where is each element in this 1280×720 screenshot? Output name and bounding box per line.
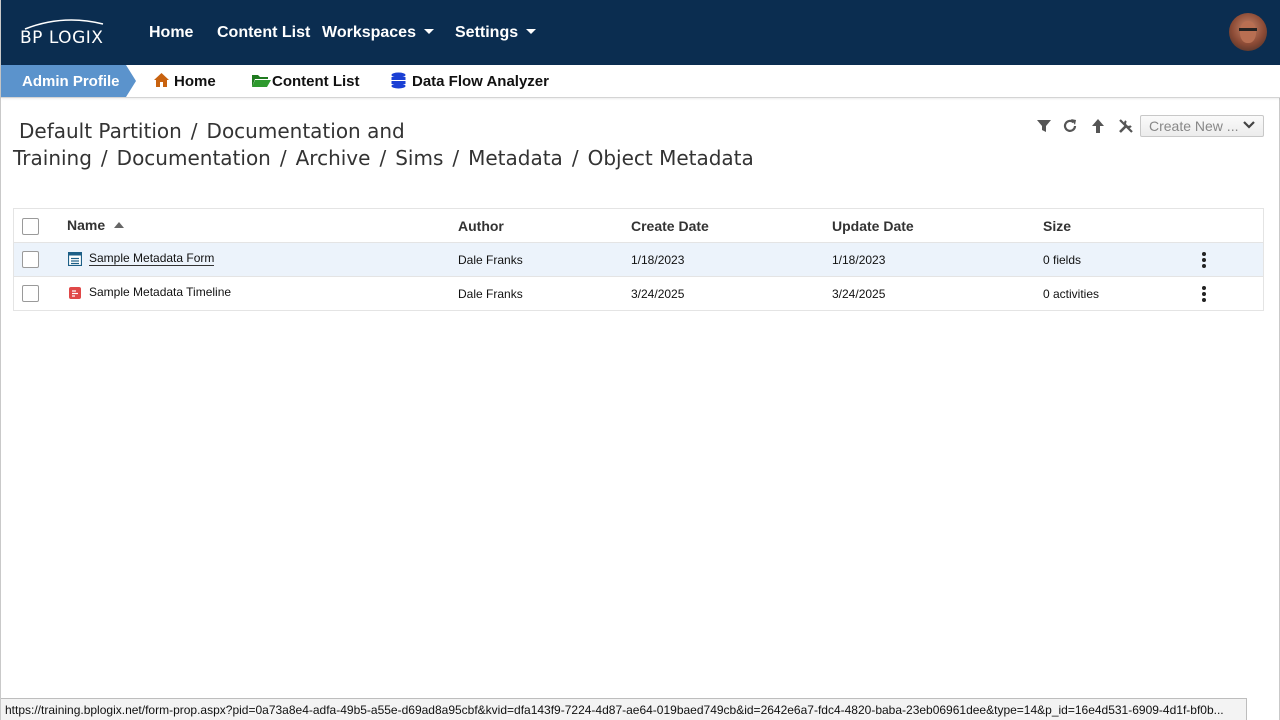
row-author: Dale Franks [458, 253, 523, 267]
column-header-name[interactable]: Name [67, 217, 125, 233]
nav-content-list[interactable]: Content List [217, 24, 310, 42]
filter-icon[interactable] [1035, 117, 1053, 135]
row-update-date: 3/24/2025 [832, 287, 886, 301]
content-table: Name Author Create Date Update Date Size… [13, 208, 1264, 311]
row-create-date: 1/18/2023 [631, 253, 685, 267]
breadcrumb-separator: / [190, 119, 198, 143]
avatar-glasses [1239, 28, 1257, 31]
sub-link-home[interactable]: Home [153, 73, 216, 90]
table-row[interactable]: Sample Metadata Timeline Dale Franks 3/2… [14, 277, 1263, 311]
up-arrow-icon[interactable] [1089, 117, 1107, 135]
breadcrumb-item[interactable]: Metadata [468, 146, 563, 170]
chevron-down-icon [1243, 121, 1255, 129]
row-size: 0 activities [1043, 287, 1100, 301]
refresh-icon[interactable] [1061, 117, 1079, 135]
chevron-down-icon [526, 29, 537, 34]
sub-link-data-flow-analyzer[interactable]: Data Flow Analyzer [391, 72, 549, 90]
row-create-date: 3/24/2025 [631, 287, 685, 301]
column-header-update-date[interactable]: Update Date [832, 218, 914, 234]
breadcrumb-item[interactable]: Sims [395, 146, 443, 170]
row-checkbox[interactable] [22, 251, 39, 268]
row-more-menu-icon[interactable] [1198, 252, 1210, 268]
breadcrumb-item[interactable]: Documentation [117, 146, 271, 170]
bplogix-logo[interactable]: BP LOGIX [19, 18, 109, 48]
table-header: Name Author Create Date Update Date Size [14, 209, 1263, 243]
admin-profile-label: Admin Profile [22, 73, 120, 90]
tools-icon[interactable] [1117, 117, 1135, 135]
avatar[interactable] [1229, 13, 1267, 51]
folder-icon [252, 75, 271, 87]
sub-link-data-flow-analyzer-label: Data Flow Analyzer [412, 73, 549, 90]
row-size: 0 fields [1043, 253, 1082, 267]
sub-link-content-list-label: Content List [272, 73, 360, 90]
database-icon [391, 72, 406, 89]
breadcrumb-separator: / [452, 146, 460, 170]
top-nav-bar: BP LOGIX Home Content List Workspaces Se… [1, 0, 1280, 65]
row-more-menu-icon[interactable] [1198, 286, 1210, 302]
breadcrumb: Default Partition / Documentation and Trai… [13, 118, 973, 172]
create-new-label: Create New ... [1149, 118, 1239, 134]
admin-profile-tab[interactable]: Admin Profile [1, 65, 136, 97]
sort-ascending-icon [114, 222, 125, 228]
nav-workspaces[interactable]: Workspaces [322, 24, 434, 42]
sub-link-content-list[interactable]: Content List [251, 73, 360, 90]
row-name-link[interactable]: Sample Metadata Form [89, 251, 215, 266]
breadcrumb-separator: / [279, 146, 287, 170]
nav-workspaces-label: Workspaces [322, 24, 416, 41]
nav-home[interactable]: Home [149, 24, 193, 42]
row-checkbox[interactable] [22, 285, 39, 302]
row-author: Dale Franks [458, 287, 523, 301]
avatar-face [1240, 21, 1256, 43]
column-header-create-date[interactable]: Create Date [631, 218, 709, 234]
column-header-name-label: Name [67, 217, 106, 233]
row-update-date: 1/18/2023 [832, 253, 886, 267]
home-icon [154, 73, 169, 87]
form-icon [68, 252, 82, 266]
logo-text: BP LOGIX [20, 28, 104, 48]
timeline-icon [69, 287, 81, 299]
breadcrumb-separator: / [379, 146, 387, 170]
nav-settings[interactable]: Settings [455, 24, 537, 42]
column-header-author[interactable]: Author [458, 218, 504, 234]
create-new-dropdown[interactable]: Create New ... [1140, 115, 1264, 137]
breadcrumb-separator: / [571, 146, 579, 170]
secondary-nav-bar: Admin Profile Home Content List Data Flo… [1, 65, 1280, 98]
column-header-size[interactable]: Size [1043, 218, 1071, 234]
select-all-checkbox[interactable] [22, 218, 39, 235]
breadcrumb-current: Object Metadata [587, 146, 754, 170]
browser-status-url: https://training.bplogix.net/form-prop.a… [1, 698, 1247, 720]
chevron-down-icon [423, 29, 434, 34]
table-row[interactable]: Sample Metadata Form Dale Franks 1/18/20… [14, 243, 1263, 277]
sub-link-home-label: Home [174, 73, 216, 90]
row-name-link[interactable]: Sample Metadata Timeline [89, 285, 231, 299]
breadcrumb-item[interactable]: Archive [296, 146, 371, 170]
breadcrumb-separator: / [100, 146, 108, 170]
nav-settings-label: Settings [455, 24, 519, 41]
breadcrumb-item[interactable]: Default Partition [13, 119, 182, 143]
